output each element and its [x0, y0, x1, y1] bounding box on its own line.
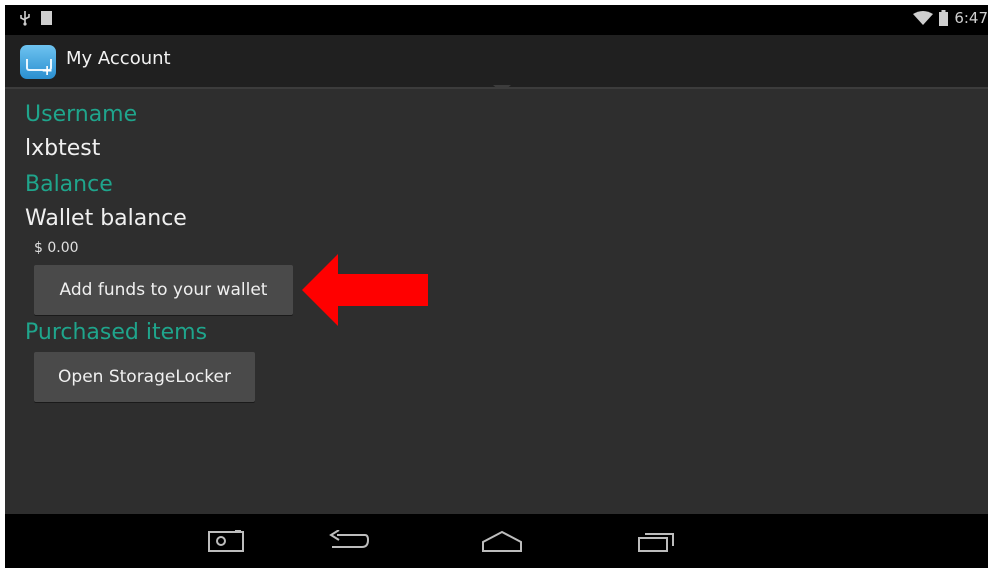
username-value: lxbtest — [25, 136, 101, 161]
red-arrow-annotation — [302, 254, 428, 326]
purchased-items-label: Purchased items — [25, 320, 208, 345]
sd-card-icon — [41, 11, 52, 25]
username-label: Username — [25, 102, 138, 127]
page-title: My Account — [66, 48, 171, 69]
home-icon[interactable] — [481, 530, 523, 552]
screenshot-icon[interactable] — [208, 530, 244, 552]
action-bar: + My Account — [5, 35, 988, 89]
plus-icon: + — [41, 63, 53, 79]
open-storagelocker-button[interactable]: Open StorageLocker — [34, 352, 255, 402]
status-right: 6:47 — [913, 9, 988, 27]
status-left — [19, 10, 52, 26]
add-funds-button[interactable]: Add funds to your wallet — [34, 265, 293, 315]
account-content: Username lxbtest Balance Wallet balance … — [5, 89, 988, 514]
wifi-icon — [913, 11, 934, 25]
status-bar: 6:47 — [5, 5, 988, 35]
wallet-balance-label: Wallet balance — [25, 206, 187, 231]
battery-icon — [939, 10, 949, 26]
android-screen: 6:47 + My Account Username lxbtest Balan… — [5, 5, 988, 568]
usb-icon — [20, 11, 30, 26]
wallet-amount: $ 0.00 — [34, 240, 79, 256]
recent-apps-icon[interactable] — [637, 530, 675, 552]
app-launcher-icon[interactable]: + — [20, 45, 56, 79]
balance-label: Balance — [25, 172, 113, 197]
status-time: 6:47 — [954, 9, 988, 27]
navigation-bar — [5, 514, 988, 568]
back-icon[interactable] — [329, 530, 369, 552]
